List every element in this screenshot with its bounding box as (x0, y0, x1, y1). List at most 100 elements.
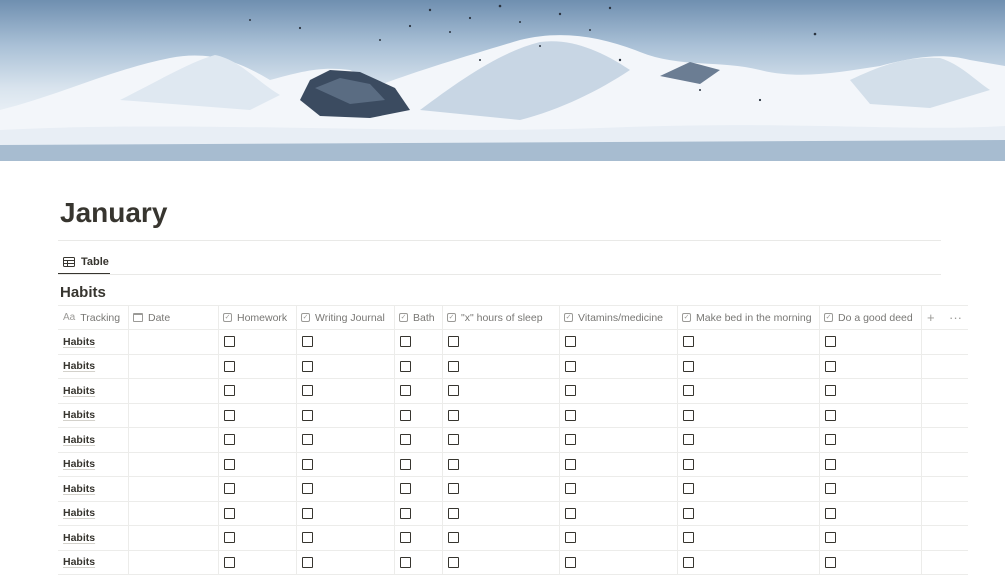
date-cell[interactable] (133, 330, 217, 354)
checkbox[interactable] (224, 385, 235, 396)
date-cell[interactable] (133, 551, 217, 575)
checkbox[interactable] (224, 532, 235, 543)
column-header-5[interactable]: ✓"x" hours of sleep (447, 306, 558, 329)
checkbox[interactable] (825, 508, 836, 519)
checkbox[interactable] (400, 434, 411, 445)
checkbox[interactable] (565, 361, 576, 372)
checkbox[interactable] (448, 385, 459, 396)
checkbox[interactable] (224, 508, 235, 519)
tab-table-view[interactable]: Table (58, 250, 114, 274)
checkbox[interactable] (302, 336, 313, 347)
row-title[interactable]: Habits (63, 458, 95, 470)
checkbox[interactable] (400, 508, 411, 519)
checkbox[interactable] (448, 459, 459, 470)
checkbox[interactable] (448, 483, 459, 494)
checkbox[interactable] (448, 508, 459, 519)
column-header-1[interactable]: Date (133, 306, 217, 329)
checkbox[interactable] (448, 434, 459, 445)
checkbox[interactable] (302, 434, 313, 445)
checkbox[interactable] (400, 483, 411, 494)
column-header-7[interactable]: ✓Make bed in the morning (682, 306, 818, 329)
checkbox[interactable] (683, 385, 694, 396)
date-cell[interactable] (133, 502, 217, 526)
checkbox[interactable] (400, 459, 411, 470)
checkbox[interactable] (224, 557, 235, 568)
checkbox[interactable] (565, 557, 576, 568)
checkbox[interactable] (448, 410, 459, 421)
tracking-cell[interactable]: Habits (63, 404, 127, 428)
date-cell[interactable] (133, 379, 217, 403)
tracking-cell[interactable]: Habits (63, 502, 127, 526)
checkbox[interactable] (224, 459, 235, 470)
checkbox[interactable] (224, 336, 235, 347)
checkbox[interactable] (302, 410, 313, 421)
column-header-6[interactable]: ✓Vitamins/medicine (564, 306, 676, 329)
column-header-2[interactable]: ✓Homework (223, 306, 295, 329)
checkbox[interactable] (302, 459, 313, 470)
checkbox[interactable] (683, 361, 694, 372)
checkbox[interactable] (683, 557, 694, 568)
column-header-3[interactable]: ✓Writing Journal (301, 306, 393, 329)
checkbox[interactable] (565, 532, 576, 543)
checkbox[interactable] (224, 434, 235, 445)
checkbox[interactable] (683, 459, 694, 470)
page-title[interactable]: January (60, 193, 167, 233)
checkbox[interactable] (565, 459, 576, 470)
checkbox[interactable] (683, 336, 694, 347)
checkbox[interactable] (400, 532, 411, 543)
checkbox[interactable] (683, 410, 694, 421)
checkbox[interactable] (448, 336, 459, 347)
row-title[interactable]: Habits (63, 532, 95, 544)
checkbox[interactable] (302, 483, 313, 494)
checkbox[interactable] (825, 459, 836, 470)
checkbox[interactable] (825, 532, 836, 543)
checkbox[interactable] (400, 336, 411, 347)
checkbox[interactable] (683, 508, 694, 519)
row-title[interactable]: Habits (63, 434, 95, 446)
checkbox[interactable] (448, 532, 459, 543)
more-options-button[interactable]: ··· (949, 306, 962, 329)
date-cell[interactable] (133, 355, 217, 379)
tracking-cell[interactable]: Habits (63, 330, 127, 354)
tracking-cell[interactable]: Habits (63, 477, 127, 501)
date-cell[interactable] (133, 453, 217, 477)
tracking-cell[interactable]: Habits (63, 355, 127, 379)
checkbox[interactable] (400, 385, 411, 396)
checkbox[interactable] (224, 483, 235, 494)
date-cell[interactable] (133, 428, 217, 452)
checkbox[interactable] (302, 508, 313, 519)
tracking-cell[interactable]: Habits (63, 379, 127, 403)
tracking-cell[interactable]: Habits (63, 526, 127, 550)
checkbox[interactable] (565, 410, 576, 421)
database-title[interactable]: Habits (60, 282, 106, 304)
row-title[interactable]: Habits (63, 385, 95, 397)
checkbox[interactable] (565, 434, 576, 445)
checkbox[interactable] (565, 483, 576, 494)
checkbox[interactable] (825, 557, 836, 568)
checkbox[interactable] (448, 557, 459, 568)
row-title[interactable]: Habits (63, 336, 95, 348)
checkbox[interactable] (565, 385, 576, 396)
checkbox[interactable] (683, 434, 694, 445)
row-title[interactable]: Habits (63, 483, 95, 495)
column-header-4[interactable]: ✓Bath (399, 306, 441, 329)
checkbox[interactable] (825, 483, 836, 494)
tracking-cell[interactable]: Habits (63, 453, 127, 477)
checkbox[interactable] (825, 336, 836, 347)
row-title[interactable]: Habits (63, 556, 95, 568)
tracking-cell[interactable]: Habits (63, 428, 127, 452)
checkbox[interactable] (825, 361, 836, 372)
add-column-button[interactable]: + (927, 306, 935, 329)
checkbox[interactable] (825, 410, 836, 421)
checkbox[interactable] (302, 532, 313, 543)
tracking-cell[interactable]: Habits (63, 551, 127, 575)
date-cell[interactable] (133, 526, 217, 550)
checkbox[interactable] (302, 557, 313, 568)
checkbox[interactable] (683, 483, 694, 494)
column-header-0[interactable]: AaTracking (63, 306, 127, 329)
date-cell[interactable] (133, 477, 217, 501)
checkbox[interactable] (825, 434, 836, 445)
checkbox[interactable] (565, 336, 576, 347)
checkbox[interactable] (302, 361, 313, 372)
checkbox[interactable] (825, 385, 836, 396)
